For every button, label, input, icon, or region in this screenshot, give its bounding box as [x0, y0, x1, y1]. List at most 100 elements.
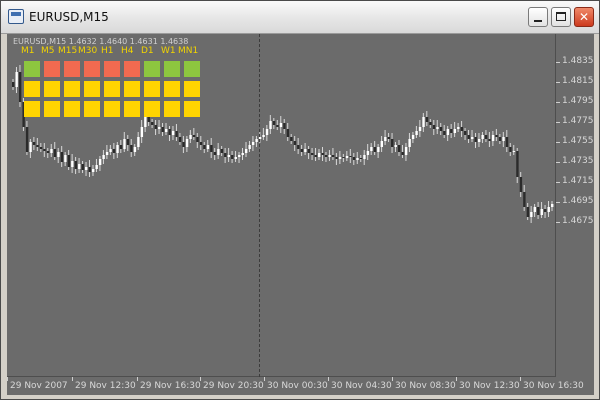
- candle: [189, 130, 192, 143]
- candle: [523, 185, 526, 211]
- candle: [401, 145, 404, 158]
- candle: [206, 140, 210, 152]
- candle: [408, 133, 411, 152]
- candle: [248, 141, 251, 152]
- candle: [241, 148, 244, 160]
- price-label: 1.4675: [562, 216, 594, 226]
- candle: [112, 143, 116, 159]
- candle: [244, 142, 248, 157]
- timeframe-label: M30: [78, 46, 98, 56]
- candle: [67, 150, 71, 170]
- candle: [474, 133, 477, 148]
- candle: [467, 130, 470, 143]
- candle: [71, 154, 74, 173]
- time-tick: [200, 377, 201, 381]
- candle: [98, 156, 102, 171]
- candle: [411, 132, 415, 143]
- minimize-button[interactable]: [528, 7, 548, 27]
- time-label: 29 Nov 2007: [10, 381, 68, 391]
- candle: [12, 79, 15, 90]
- candle: [102, 150, 105, 164]
- candle: [484, 130, 488, 142]
- candle: [342, 154, 345, 162]
- signal-cell: [64, 81, 80, 97]
- candle: [446, 126, 450, 141]
- candle: [397, 140, 401, 156]
- candle: [498, 134, 502, 144]
- candle: [81, 161, 84, 173]
- candle: [422, 113, 425, 132]
- time-axis[interactable]: 29 Nov 2007 29 Nov 12:30 29 Nov 16:30 29 No…: [7, 377, 594, 395]
- candle: [116, 142, 119, 158]
- candle: [272, 118, 276, 129]
- candle: [130, 139, 133, 157]
- signal-cell: [84, 101, 100, 117]
- timeframe-label: M15: [58, 46, 78, 56]
- price-label: 1.4815: [562, 76, 594, 86]
- chart-area[interactable]: EURUSD,M15 1.4632 1.4640 1.4631 1.4638 M…: [7, 34, 594, 395]
- candle: [165, 123, 168, 135]
- candle: [370, 143, 373, 155]
- signal-cell: [164, 61, 180, 77]
- time-tick: [72, 377, 73, 381]
- candle: [512, 145, 516, 155]
- candle: [140, 120, 144, 143]
- time-label: 30 Nov 00:30: [267, 381, 328, 391]
- candle: [43, 143, 46, 157]
- candle: [477, 133, 481, 147]
- candle: [161, 123, 164, 136]
- timeframe-label: W1: [161, 46, 176, 56]
- candle: [551, 201, 554, 211]
- candle: [238, 152, 241, 163]
- candle: [88, 160, 91, 177]
- candle: [15, 67, 18, 93]
- candle: [547, 201, 550, 217]
- signal-cell: [184, 101, 200, 117]
- signal-cell: [104, 61, 120, 77]
- signal-cell: [124, 101, 140, 117]
- candle: [300, 145, 304, 156]
- candle: [158, 120, 161, 134]
- signal-cell: [44, 81, 60, 97]
- time-tick: [392, 377, 393, 381]
- window-title: EURUSD,M15: [29, 10, 109, 24]
- price-label: 1.4775: [562, 116, 594, 126]
- maximize-button[interactable]: [551, 7, 571, 27]
- time-label: 30 Nov 04:30: [331, 381, 392, 391]
- close-icon: ✕: [578, 10, 590, 24]
- candle: [203, 142, 206, 153]
- time-label: 29 Nov 12:30: [75, 381, 136, 391]
- candle: [178, 133, 182, 145]
- candle: [25, 121, 29, 155]
- plot-area[interactable]: EURUSD,M15 1.4632 1.4640 1.4631 1.4638 M…: [7, 34, 556, 377]
- candle: [311, 148, 314, 160]
- candle: [18, 65, 22, 107]
- candle: [74, 157, 77, 174]
- candle: [453, 122, 457, 137]
- price-axis[interactable]: 1.4835 1.4815 1.4795 1.4775 1.4755 1.4735 1.47…: [556, 34, 594, 377]
- close-button[interactable]: ✕: [574, 7, 594, 27]
- candle: [119, 140, 123, 153]
- candle: [533, 204, 537, 217]
- candle: [356, 152, 359, 164]
- time-tick: [328, 377, 329, 381]
- candle: [537, 202, 540, 219]
- time-tick: [520, 377, 521, 381]
- signal-cell: [24, 61, 40, 77]
- title-bar[interactable]: EURUSD,M15 ✕: [1, 1, 599, 34]
- candle: [217, 143, 220, 159]
- candle: [415, 126, 418, 138]
- candle: [324, 152, 328, 162]
- price-tick: [556, 142, 560, 143]
- price-label: 1.4795: [562, 96, 594, 106]
- signal-cell: [44, 61, 60, 77]
- candle: [196, 133, 199, 148]
- candle: [50, 144, 53, 157]
- candle: [338, 151, 342, 164]
- candle: [349, 149, 352, 163]
- candle: [436, 120, 439, 134]
- candle: [387, 133, 390, 142]
- candle: [488, 132, 491, 147]
- price-tick: [556, 162, 560, 163]
- candle: [394, 142, 397, 152]
